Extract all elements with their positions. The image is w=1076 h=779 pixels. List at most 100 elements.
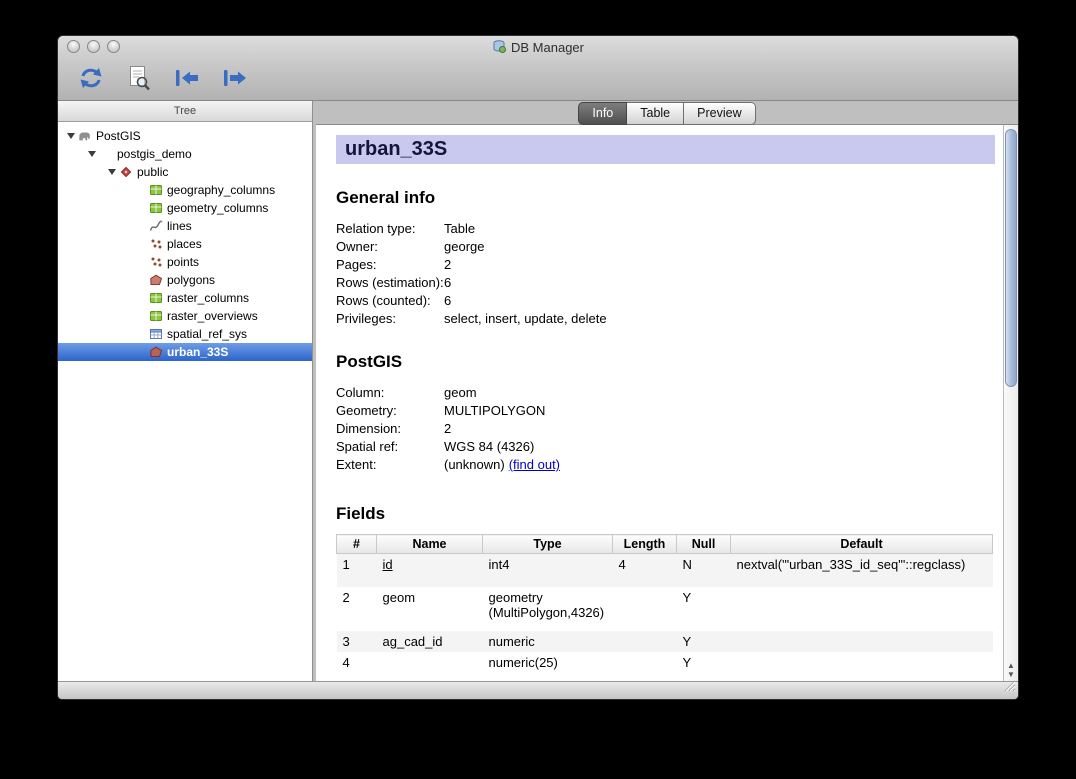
tree-item-geography-columns[interactable]: geography_columns	[58, 181, 312, 199]
field-default: nextval('"urban_33S_id_seq"'::regclass)	[731, 554, 993, 588]
kv-value: (unknown)	[444, 456, 505, 474]
field-row-geom: 2 geom geometry (MultiPolygon,4326) Y	[337, 587, 993, 631]
tree-item-spatial-ref-sys[interactable]: spatial_ref_sys	[58, 325, 312, 343]
tree-item-label: postgis_demo	[117, 147, 192, 161]
col-header-default: Default	[731, 535, 993, 554]
window-title: DB Manager	[492, 39, 584, 56]
zoom-button[interactable]	[107, 40, 120, 53]
tree-item-polygons[interactable]: polygons	[58, 271, 312, 289]
kv-value: 2	[444, 420, 451, 438]
disclosure-triangle-icon[interactable]	[105, 169, 118, 175]
find-out-link[interactable]: (find out)	[509, 456, 560, 474]
tab-info[interactable]: Info	[578, 102, 627, 125]
field-num: 2	[337, 587, 377, 631]
export-file-button[interactable]	[218, 63, 252, 95]
field-length	[613, 631, 677, 652]
field-type: geometry (MultiPolygon,4326)	[483, 587, 613, 631]
fields-heading: Fields	[336, 504, 997, 524]
resize-grip[interactable]	[1003, 679, 1016, 697]
tree-item-places[interactable]: places	[58, 235, 312, 253]
field-num: 3	[337, 631, 377, 652]
field-length: 4	[613, 554, 677, 588]
tree-item-geometry-columns[interactable]: geometry_columns	[58, 199, 312, 217]
polygon-layer-icon	[148, 345, 164, 360]
tree-item-postgis[interactable]: PostGIS	[58, 127, 312, 145]
field-length	[613, 587, 677, 631]
kv-value: 6	[444, 292, 451, 310]
table-title: urban_33S	[345, 138, 447, 161]
tree-view[interactable]: PostGIS postgis_demo public	[58, 122, 312, 681]
kv-value: WGS 84 (4326)	[444, 438, 534, 456]
tree-item-postgis-demo[interactable]: postgis_demo	[58, 145, 312, 163]
tab-preview[interactable]: Preview	[684, 102, 755, 125]
schema-icon	[118, 165, 134, 180]
kv-value: geom	[444, 384, 477, 402]
vertical-scrollbar[interactable]: ▲ ▼	[1003, 125, 1018, 681]
kv-value: Table	[444, 220, 475, 238]
window-title-text: DB Manager	[511, 40, 584, 55]
kv-key: Geometry:	[336, 402, 444, 420]
tree-item-label: public	[137, 165, 168, 179]
field-null: Y	[677, 652, 731, 673]
field-length	[613, 652, 677, 673]
field-default	[731, 631, 993, 652]
col-header-length: Length	[613, 535, 677, 554]
general-info-heading: General info	[336, 188, 997, 208]
tree-item-label: raster_columns	[167, 291, 249, 305]
disclosure-triangle-icon[interactable]	[85, 151, 98, 157]
toolbar	[58, 58, 1018, 100]
refresh-button[interactable]	[74, 63, 108, 95]
kv-key: Owner:	[336, 238, 444, 256]
database-icon	[98, 147, 114, 162]
tree-panel-header: Tree	[58, 101, 312, 122]
export-file-icon	[221, 68, 249, 91]
field-name-link[interactable]: id	[383, 557, 393, 572]
tree-item-urban-33s[interactable]: urban_33S	[58, 343, 312, 361]
table-green-icon	[148, 201, 164, 216]
tree-item-public[interactable]: public	[58, 163, 312, 181]
table-icon	[148, 327, 164, 342]
col-header-null: Null	[677, 535, 731, 554]
tree-item-label: PostGIS	[96, 129, 141, 143]
scrollbar-arrows[interactable]: ▲ ▼	[1004, 662, 1018, 679]
minimize-button[interactable]	[87, 40, 100, 53]
polygon-layer-icon	[148, 273, 164, 288]
field-default	[731, 652, 993, 673]
titlebar[interactable]: DB Manager	[58, 36, 1018, 58]
tree-item-lines[interactable]: lines	[58, 217, 312, 235]
status-bar	[58, 681, 1018, 699]
tree-item-raster-overviews[interactable]: raster_overviews	[58, 307, 312, 325]
scrollbar-thumb[interactable]	[1005, 129, 1017, 387]
kv-value: select, insert, update, delete	[444, 310, 607, 328]
field-type: numeric(25)	[483, 652, 613, 673]
tree-item-label: polygons	[167, 273, 215, 287]
tree-item-label: spatial_ref_sys	[167, 327, 247, 341]
postgis-info-list: Column:geom Geometry:MULTIPOLYGON Dimens…	[336, 384, 997, 474]
postgis-heading: PostGIS	[336, 352, 997, 372]
import-layer-button[interactable]	[170, 63, 204, 95]
traffic-lights	[67, 40, 120, 53]
sql-window-icon	[127, 65, 151, 94]
sql-window-button[interactable]	[122, 63, 156, 95]
tree-item-raster-columns[interactable]: raster_columns	[58, 289, 312, 307]
point-layer-icon	[148, 255, 164, 270]
fields-header-row: # Name Type Length Null Default	[337, 535, 993, 554]
info-content: urban_33S General info Relation type:Tab…	[316, 125, 1003, 681]
field-type: numeric	[483, 631, 613, 652]
col-header-num: #	[337, 535, 377, 554]
db-manager-window: DB Manager	[57, 35, 1019, 700]
tree-panel: Tree PostGIS postgis_demo	[58, 101, 313, 681]
field-num: 4	[337, 652, 377, 673]
info-view: urban_33S General info Relation type:Tab…	[316, 124, 1018, 681]
disclosure-triangle-icon[interactable]	[64, 133, 77, 139]
table-green-icon	[148, 291, 164, 306]
field-null: Y	[677, 587, 731, 631]
tree-item-points[interactable]: points	[58, 253, 312, 271]
field-null: N	[677, 554, 731, 588]
scroll-down-icon[interactable]: ▼	[1007, 671, 1015, 679]
tree-item-label: geometry_columns	[167, 201, 268, 215]
tab-table[interactable]: Table	[627, 102, 684, 125]
general-info-list: Relation type:Table Owner:george Pages:2…	[336, 220, 997, 328]
scroll-up-icon[interactable]: ▲	[1007, 662, 1015, 670]
close-button[interactable]	[67, 40, 80, 53]
